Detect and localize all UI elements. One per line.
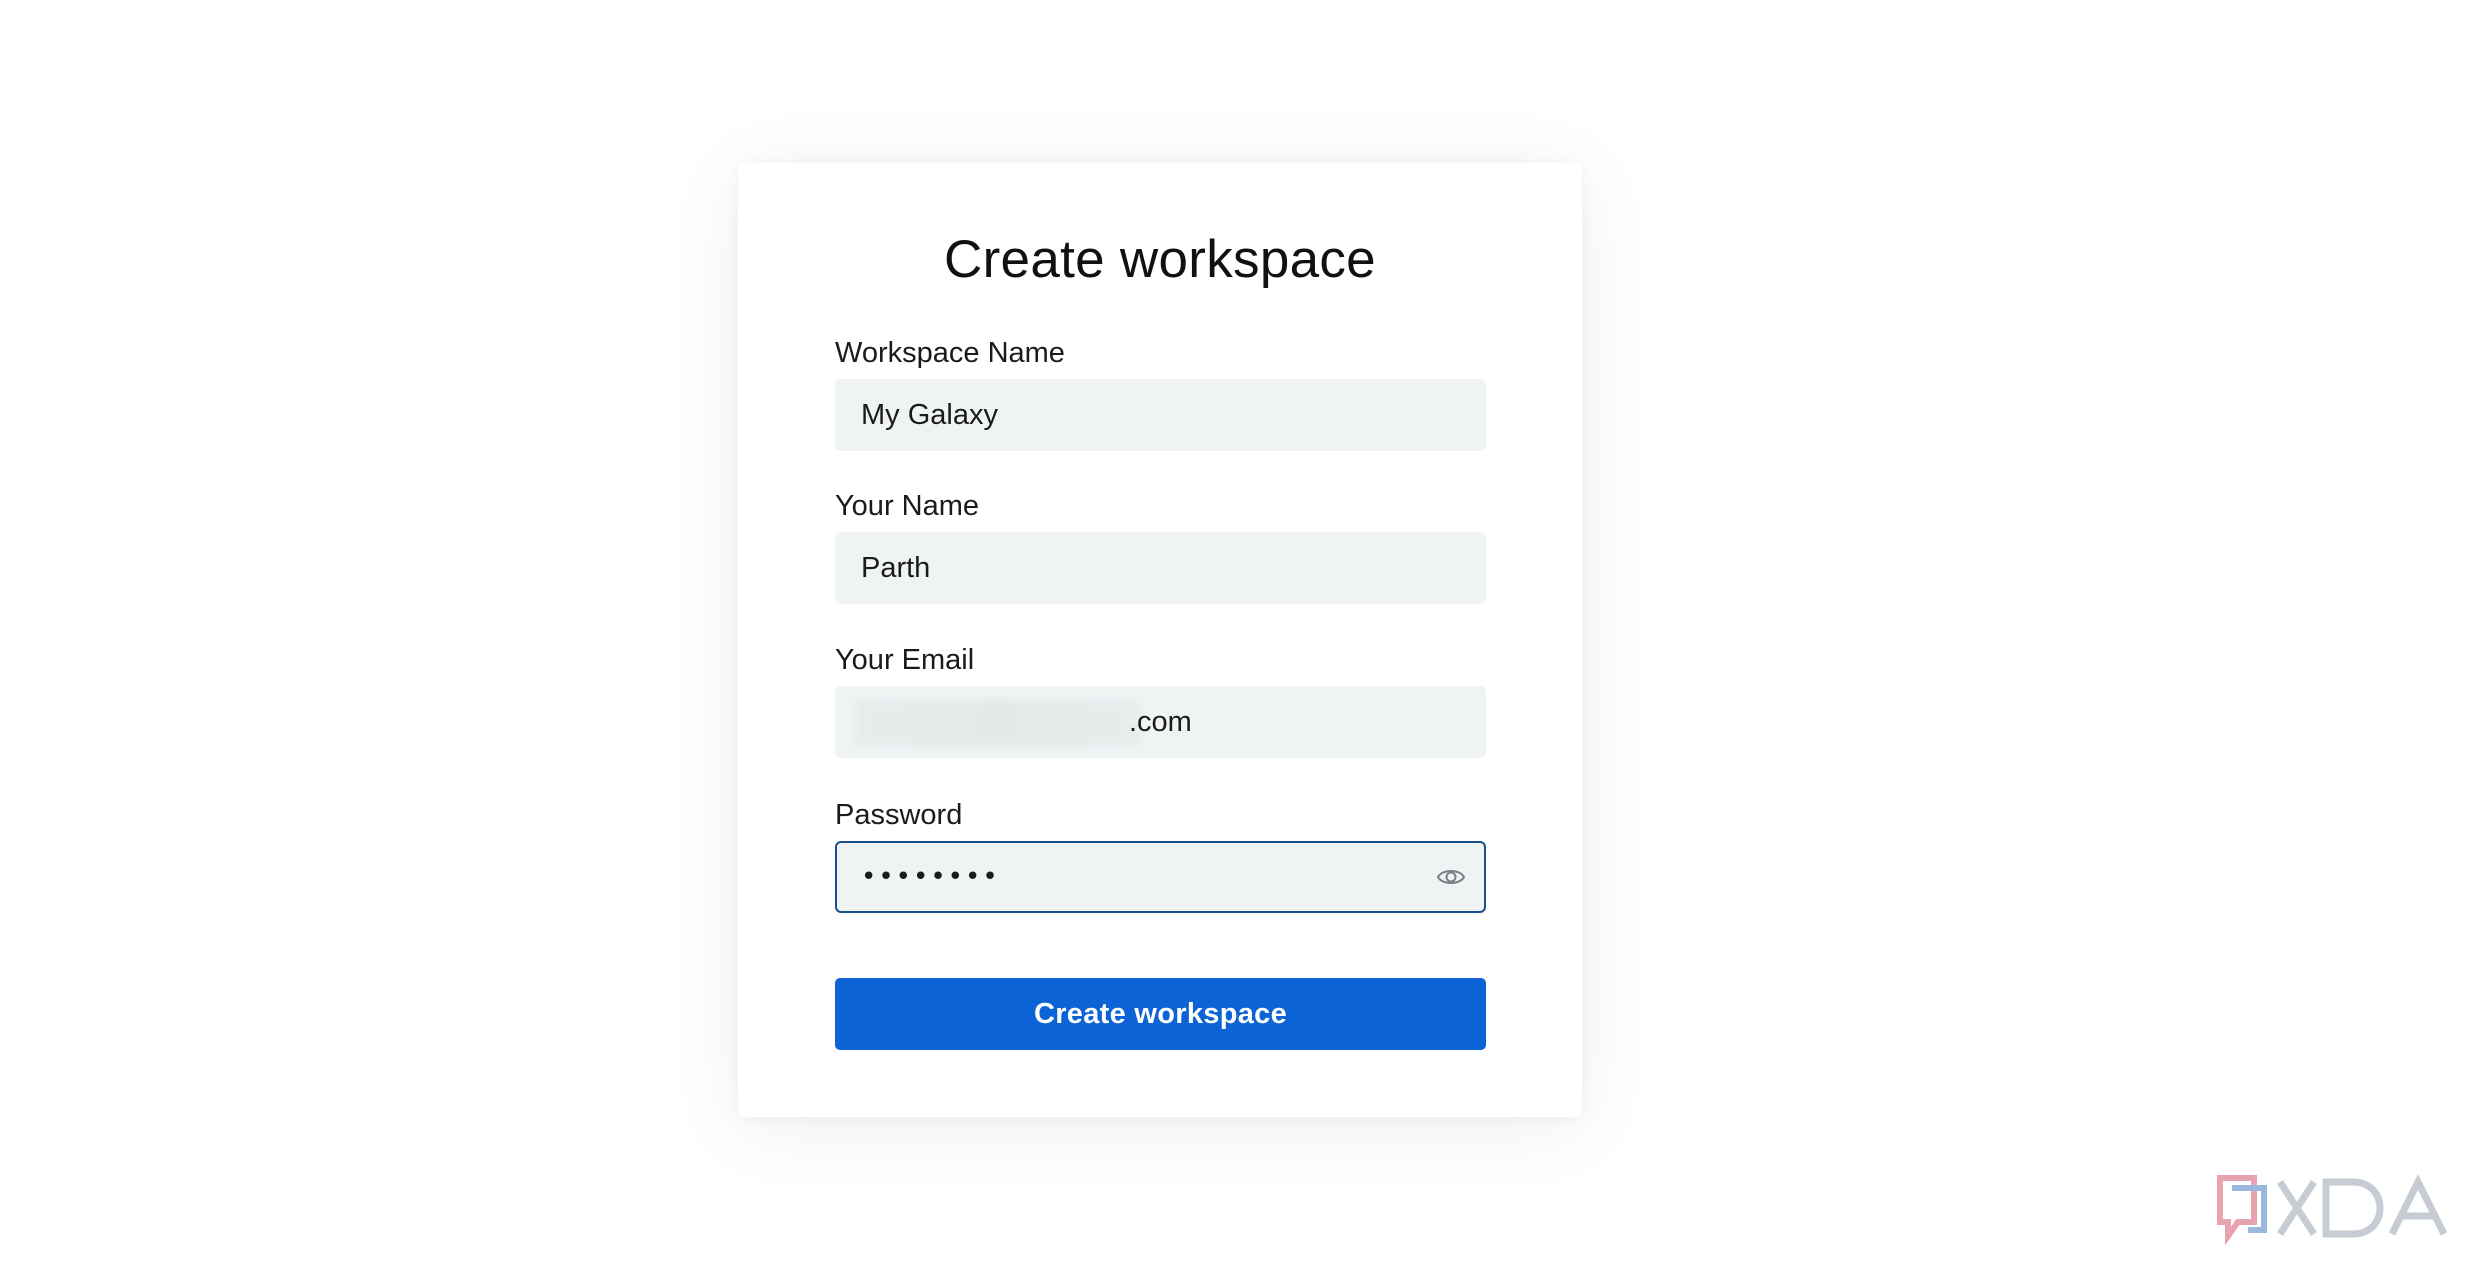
your-email-input[interactable]: .com bbox=[835, 686, 1486, 758]
email-redaction-blur bbox=[855, 700, 1140, 746]
your-name-label: Your Name bbox=[835, 490, 980, 522]
your-email-label: Your Email bbox=[835, 644, 975, 676]
password-masked-value: •••••••• bbox=[861, 862, 1000, 892]
xda-logo-icon bbox=[2217, 1174, 2448, 1246]
email-visible-suffix: .com bbox=[1129, 706, 1192, 738]
your-name-field-wrapper bbox=[835, 532, 1486, 604]
workspace-name-field-wrapper bbox=[835, 379, 1486, 451]
page: Create workspace Workspace Name Your Nam… bbox=[0, 0, 2476, 1278]
create-workspace-card: Create workspace Workspace Name Your Nam… bbox=[738, 163, 1582, 1117]
workspace-name-input[interactable] bbox=[835, 379, 1486, 451]
your-name-input[interactable] bbox=[835, 532, 1486, 604]
page-title: Create workspace bbox=[944, 230, 1376, 289]
create-workspace-button[interactable]: Create workspace bbox=[835, 978, 1486, 1050]
password-label: Password bbox=[835, 799, 963, 831]
password-input[interactable]: •••••••• bbox=[835, 841, 1486, 913]
eye-icon[interactable] bbox=[1436, 864, 1466, 890]
workspace-name-label: Workspace Name bbox=[835, 337, 1065, 369]
